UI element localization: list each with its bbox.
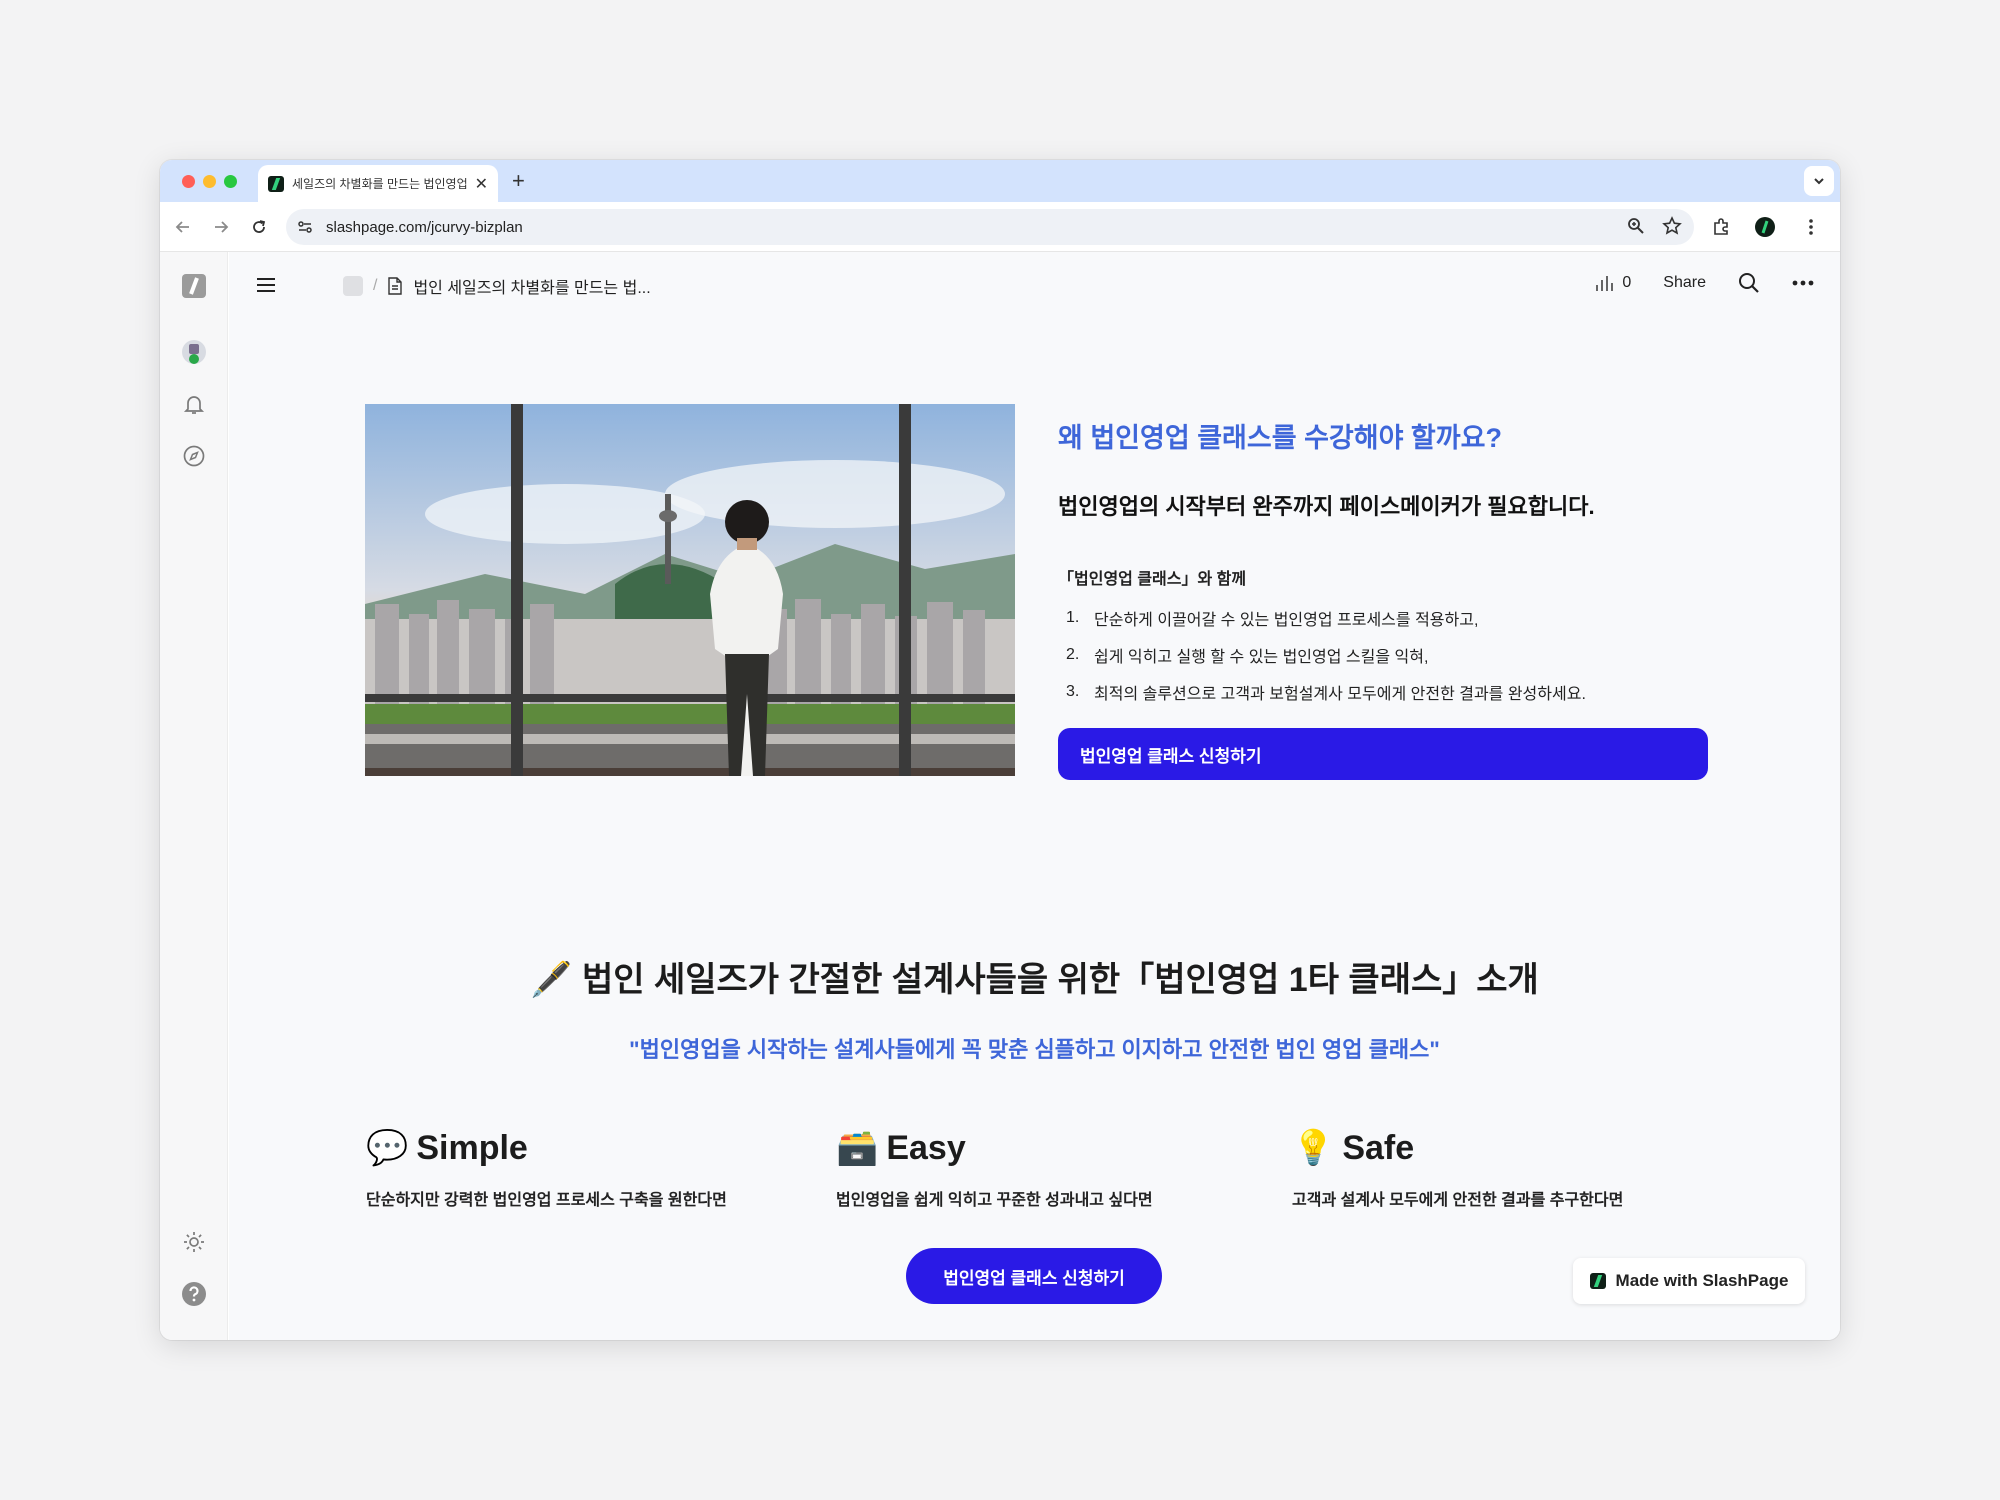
feature-safe: 💡 Safe 고객과 설계사 모두에게 안전한 결과를 추구한다면: [1292, 1128, 1732, 1210]
new-tab-icon[interactable]: +: [512, 168, 525, 194]
slashpage-logo-button[interactable]: [180, 272, 208, 300]
address-bar[interactable]: slashpage.com/jcurvy-bizplan: [286, 209, 1694, 245]
profile-avatar-icon: [1755, 217, 1775, 237]
light-bulb-icon: 💡: [1292, 1129, 1335, 1167]
extensions-button[interactable]: [1708, 214, 1734, 240]
breadcrumb-page-title[interactable]: 법인 세일즈의 차별화를 만드는 법...: [413, 274, 650, 298]
tab-search-button[interactable]: [1804, 166, 1834, 196]
maximize-window-button[interactable]: [224, 175, 237, 188]
browser-menu-button[interactable]: [1798, 214, 1824, 240]
city-view-illustration: [365, 404, 1015, 776]
browser-tab[interactable]: 세일즈의 차별화를 만드는 법인영업 ✕: [258, 165, 498, 202]
bar-stats-icon: [1596, 276, 1614, 291]
site-settings-icon[interactable]: [296, 218, 314, 236]
hero-title: 왜 법인영업 클래스를 수강해야 할까요?: [1058, 423, 1502, 453]
list-item: 3. 최적의 솔루션으로 고객과 보험설계사 모두에게 안전한 결과를 완성하세요…: [1066, 682, 1586, 703]
chevron-down-icon: [1814, 178, 1824, 185]
workspace-avatar[interactable]: [180, 338, 208, 366]
theme-toggle-button[interactable]: [180, 1228, 208, 1256]
card-file-box-icon: 🗃️: [836, 1129, 879, 1167]
bookmark-star-icon[interactable]: [1662, 216, 1682, 236]
made-with-label: Made with SlashPage: [1615, 1271, 1789, 1290]
minimize-window-button[interactable]: [203, 175, 216, 188]
slashpage-logo-icon: [182, 274, 206, 298]
page-header: / 법인 세일즈의 차별화를 만드는 법... 0 Share: [229, 252, 1840, 318]
reload-button[interactable]: [246, 214, 272, 240]
hero-intro: 「법인영업 클래스」와 함께: [1058, 571, 1247, 588]
breadcrumb-separator: /: [373, 277, 378, 294]
feature-easy: 🗃️ Easy 법인영업을 쉽게 익히고 꾸준한 성과내고 싶다면: [836, 1128, 1276, 1210]
forward-button[interactable]: [208, 214, 234, 240]
document-icon: [388, 277, 403, 295]
header-actions: 0 Share: [1594, 272, 1814, 294]
feature-desc: 고객과 설계사 모두에게 안전한 결과를 추구한다면: [1292, 1192, 1624, 1209]
apply-class-pill-button[interactable]: 법인영업 클래스 신청하기: [906, 1248, 1162, 1304]
hero-text-block: 왜 법인영업 클래스를 수강해야 할까요? 법인영업의 시작부터 완주까지 페이…: [1058, 404, 1708, 710]
arrow-left-icon: [175, 221, 189, 233]
feature-title: Easy: [886, 1128, 966, 1167]
search-icon[interactable]: [1738, 272, 1760, 294]
close-tab-icon[interactable]: ✕: [475, 174, 488, 194]
hero-steps-list: 1. 단순하게 이끌어갈 수 있는 법인영업 프로세스를 적용하고, 2. 쉽게 익…: [1058, 599, 1708, 710]
feature-title: Simple: [416, 1128, 528, 1167]
puzzle-icon: [1714, 218, 1728, 235]
view-count[interactable]: 0: [1594, 274, 1631, 292]
share-button[interactable]: Share: [1663, 274, 1706, 292]
browser-toolbar: slashpage.com/jcurvy-bizplan: [160, 202, 1840, 252]
kebab-menu-icon: [1809, 219, 1813, 235]
profile-button[interactable]: [1752, 214, 1778, 240]
app-sidebar: [160, 252, 228, 1340]
feature-desc: 법인영업을 쉽게 익히고 꾸준한 성과내고 싶다면: [836, 1192, 1153, 1209]
intro-section-title: 🖋️ 법인 세일즈가 간절한 설계사들을 위한「법인영업 1타 클래스」소개: [530, 961, 1539, 999]
breadcrumb: / 법인 세일즈의 차별화를 만드는 법...: [343, 274, 651, 298]
explore-button[interactable]: [180, 442, 208, 470]
reload-icon: [253, 220, 266, 233]
hero-subtitle: 법인영업의 시작부터 완주까지 페이스메이커가 필요합니다.: [1058, 494, 1595, 519]
apply-class-button[interactable]: 법인영업 클래스 신청하기: [1058, 728, 1708, 780]
view-count-value: 0: [1622, 274, 1632, 291]
notifications-button[interactable]: [180, 390, 208, 418]
sun-icon: [184, 1232, 204, 1252]
avatar-icon: [182, 340, 206, 364]
slashpage-logo-icon: [1589, 1273, 1606, 1289]
back-button[interactable]: [170, 214, 196, 240]
bell-icon: [183, 396, 205, 414]
feature-title: Safe: [1342, 1128, 1415, 1167]
browser-window: 세일즈의 차별화를 만드는 법인영업 ✕ + slashpage.com/jcu…: [160, 160, 1840, 1340]
list-item: 1. 단순하게 이끌어갈 수 있는 법인영업 프로세스를 적용하고,: [1066, 608, 1479, 629]
workspace-icon[interactable]: [343, 276, 363, 296]
feature-simple: 💬 Simple 단순하지만 강력한 법인영업 프로세스 구축을 원한다면: [366, 1128, 806, 1210]
hamburger-menu-icon[interactable]: [255, 274, 277, 296]
url-text: slashpage.com/jcurvy-bizplan: [326, 218, 523, 236]
slashpage-favicon-icon: [268, 175, 284, 192]
help-button[interactable]: [180, 1280, 208, 1308]
close-window-button[interactable]: [182, 175, 195, 188]
help-icon: [182, 1282, 206, 1306]
intro-section-quote: "법인영업을 시작하는 설계사들에게 꼭 맞춘 심플하고 이지하고 안전한 법인…: [629, 1037, 1440, 1062]
zoom-icon[interactable]: [1626, 216, 1646, 236]
feature-desc: 단순하지만 강력한 법인영업 프로세스 구축을 원한다면: [366, 1192, 727, 1209]
arrow-right-icon: [215, 221, 229, 233]
speech-bubble-icon: 💬: [366, 1129, 409, 1167]
compass-icon: [183, 445, 205, 467]
list-item: 2. 쉽게 익히고 실행 할 수 있는 법인영업 스킬을 익혀,: [1066, 645, 1429, 666]
hero-image: [365, 404, 1015, 776]
tab-title: 세일즈의 차별화를 만드는 법인영업: [292, 177, 467, 191]
tab-bar: 세일즈의 차별화를 만드는 법인영업 ✕ +: [160, 160, 1840, 202]
more-options-icon[interactable]: [1792, 280, 1814, 286]
made-with-slashpage-badge[interactable]: Made with SlashPage: [1573, 1258, 1805, 1304]
